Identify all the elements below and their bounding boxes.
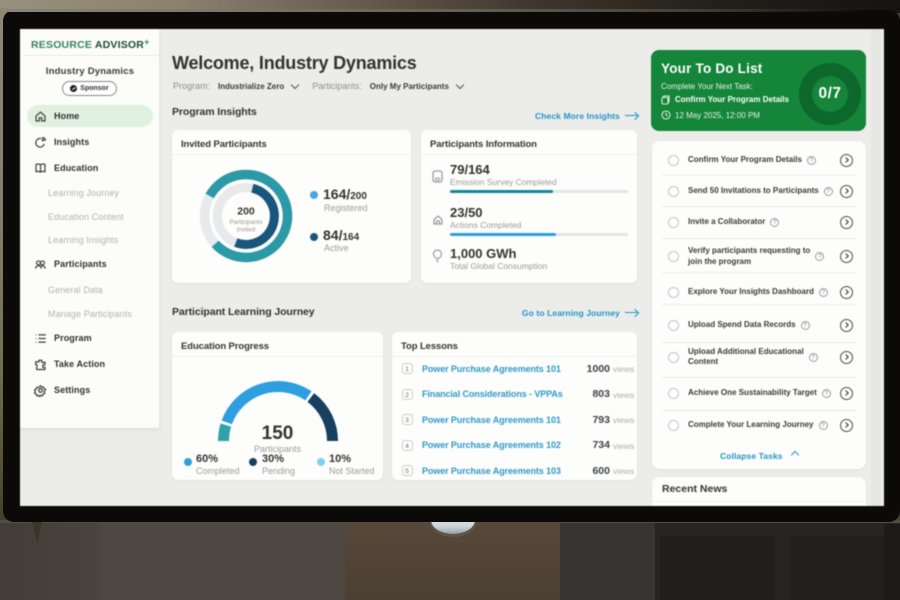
svg-text:Participants: Participants	[230, 219, 263, 226]
svg-text:200: 200	[237, 206, 255, 218]
svg-text:Invited: Invited	[237, 227, 256, 234]
